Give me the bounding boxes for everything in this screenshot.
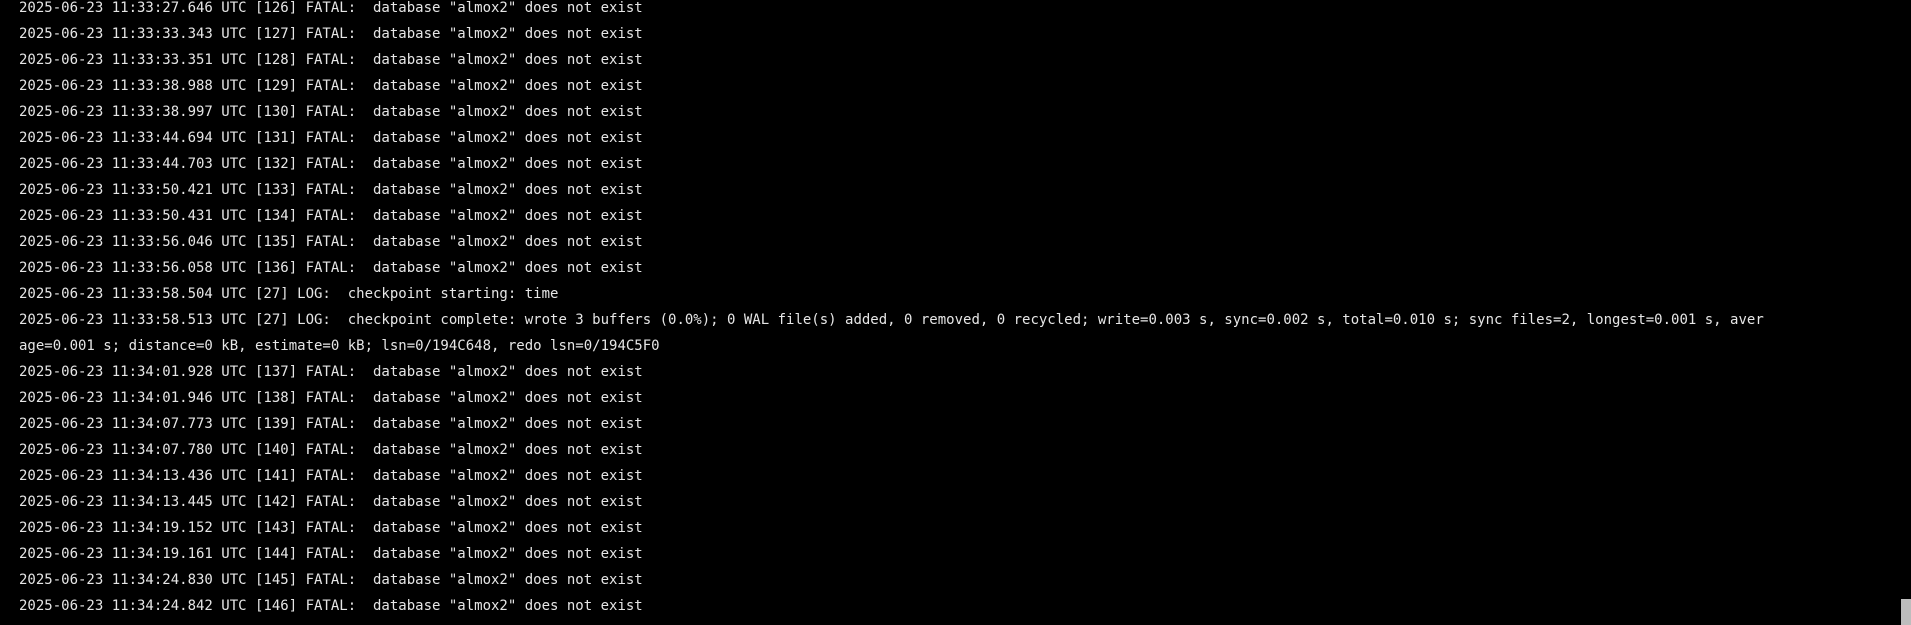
log-line: 2025-06-23 11:33:56.046 UTC [135] FATAL:… (19, 234, 643, 250)
log-line: 2025-06-23 11:33:33.351 UTC [128] FATAL:… (19, 52, 643, 68)
log-line: 2025-06-23 11:33:38.997 UTC [130] FATAL:… (19, 104, 643, 120)
log-line: 2025-06-23 11:34:13.436 UTC [141] FATAL:… (19, 468, 643, 484)
log-line: 2025-06-23 11:33:58.504 UTC [27] LOG: ch… (19, 286, 559, 302)
log-line: 2025-06-23 11:33:50.431 UTC [134] FATAL:… (19, 208, 643, 224)
log-line: 2025-06-23 11:34:01.946 UTC [138] FATAL:… (19, 390, 643, 406)
log-line: 2025-06-23 11:34:24.842 UTC [146] FATAL:… (19, 598, 643, 614)
log-line: 2025-06-23 11:33:44.694 UTC [131] FATAL:… (19, 130, 643, 146)
log-line: 2025-06-23 11:33:33.343 UTC [127] FATAL:… (19, 26, 643, 42)
log-line: 2025-06-23 11:33:44.703 UTC [132] FATAL:… (19, 156, 643, 172)
log-line: 2025-06-23 11:33:56.058 UTC [136] FATAL:… (19, 260, 643, 276)
terminal-window[interactable]: 2025-06-23 11:33:27.646 UTC [126] FATAL:… (0, 0, 1911, 625)
log-line: 2025-06-23 11:34:01.928 UTC [137] FATAL:… (19, 364, 643, 380)
log-line: age=0.001 s; distance=0 kB, estimate=0 k… (19, 338, 660, 354)
log-line: 2025-06-23 11:34:19.152 UTC [143] FATAL:… (19, 520, 643, 536)
log-line: 2025-06-23 11:33:58.513 UTC [27] LOG: ch… (19, 312, 1764, 328)
log-line: 2025-06-23 11:34:07.773 UTC [139] FATAL:… (19, 416, 643, 432)
vertical-scrollbar[interactable] (1900, 0, 1911, 625)
log-output[interactable]: 2025-06-23 11:33:27.646 UTC [126] FATAL:… (0, 0, 1892, 625)
log-line: 2025-06-23 11:34:13.445 UTC [142] FATAL:… (19, 494, 643, 510)
log-line: 2025-06-23 11:33:27.646 UTC [126] FATAL:… (19, 0, 643, 16)
log-line: 2025-06-23 11:33:50.421 UTC [133] FATAL:… (19, 182, 643, 198)
log-line: 2025-06-23 11:33:38.988 UTC [129] FATAL:… (19, 78, 643, 94)
log-line: 2025-06-23 11:34:19.161 UTC [144] FATAL:… (19, 546, 643, 562)
scrollbar-thumb[interactable] (1901, 599, 1911, 625)
log-line: 2025-06-23 11:34:07.780 UTC [140] FATAL:… (19, 442, 643, 458)
log-line: 2025-06-23 11:34:24.830 UTC [145] FATAL:… (19, 572, 643, 588)
